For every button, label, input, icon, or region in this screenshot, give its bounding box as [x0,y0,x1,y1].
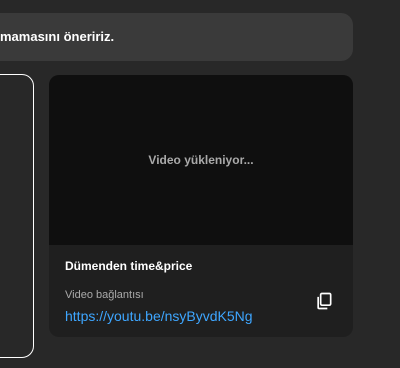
video-player[interactable]: Video yükleniyor... [49,75,353,245]
copy-icon [314,291,334,316]
notice-text: mamasını öneririz. [0,29,115,44]
video-link-label: Video bağlantısı [65,289,144,301]
loading-text: Video yükleniyor... [148,153,254,167]
video-card: Video yükleniyor... Dümenden time&price … [49,75,353,337]
video-link[interactable]: https://youtu.be/nsyByvdK5Ng [65,308,253,324]
video-title: Dümenden time&price [65,259,193,273]
copy-link-button[interactable] [308,287,340,319]
notice-banner: mamasını öneririz. [0,13,353,61]
left-card[interactable] [0,74,34,358]
